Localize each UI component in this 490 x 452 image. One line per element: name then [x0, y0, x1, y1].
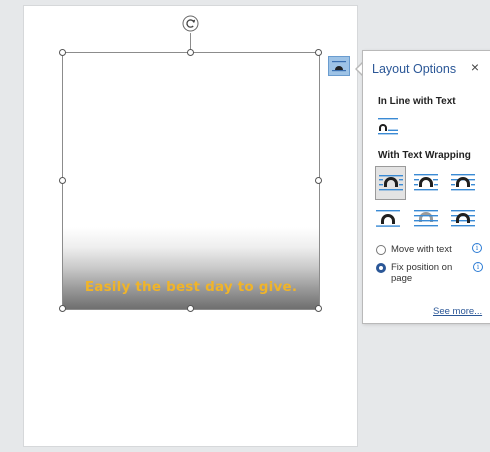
wrap-inline-option[interactable]	[375, 115, 401, 137]
info-icon[interactable]: i	[473, 262, 483, 272]
in-line-heading: In Line with Text	[378, 96, 456, 107]
fix-position-radio[interactable]	[376, 263, 386, 273]
move-with-text-radio[interactable]	[376, 245, 386, 255]
selected-picture[interactable]: Easily the best day to give.	[62, 52, 320, 310]
fix-position-label-cont: page	[391, 273, 413, 284]
panel-title: Layout Options	[372, 62, 457, 76]
move-with-text-label: Move with text	[391, 244, 452, 255]
wrap-through-icon	[451, 174, 475, 191]
resize-handle-bottom[interactable]	[187, 305, 194, 312]
fix-position-label: Fix position on	[391, 262, 453, 273]
see-more-link[interactable]: See more...	[433, 306, 482, 317]
layout-options-button[interactable]	[328, 56, 350, 76]
wrap-behind-text-icon	[414, 210, 438, 227]
wrap-through-option[interactable]	[450, 171, 476, 193]
close-icon[interactable]: ×	[467, 59, 483, 75]
wrap-top-bottom-option[interactable]	[375, 207, 401, 229]
layout-options-panel: Layout Options × In Line with Text With …	[362, 50, 490, 324]
wrap-square-icon	[332, 61, 346, 72]
resize-handle-top-left[interactable]	[59, 49, 66, 56]
info-icon[interactable]: i	[472, 243, 482, 253]
rotate-handle-icon[interactable]	[181, 14, 200, 33]
resize-handle-bottom-right[interactable]	[315, 305, 322, 312]
wrap-tight-option[interactable]	[413, 171, 439, 193]
resize-handle-top[interactable]	[187, 49, 194, 56]
resize-handle-bottom-left[interactable]	[59, 305, 66, 312]
resize-handle-right[interactable]	[315, 177, 322, 184]
wrap-top-bottom-icon	[376, 210, 400, 227]
resize-handle-top-right[interactable]	[315, 49, 322, 56]
fix-position-label-block: Fix position on page	[391, 262, 452, 284]
wrap-behind-text-option[interactable]	[413, 207, 439, 229]
fix-position-option[interactable]: Fix position on page	[376, 262, 452, 284]
move-with-text-option[interactable]: Move with text	[376, 244, 452, 255]
picture-caption: Easily the best day to give.	[84, 279, 298, 295]
wrap-in-front-option[interactable]	[450, 207, 476, 229]
word-canvas: Easily the best day to give. Layout Opti…	[0, 0, 490, 452]
wrap-in-front-icon	[451, 210, 475, 227]
with-wrapping-heading: With Text Wrapping	[378, 150, 471, 161]
wrap-square-icon	[378, 175, 403, 191]
wrap-tight-icon	[414, 174, 438, 191]
resize-handle-left[interactable]	[59, 177, 66, 184]
wrap-square-option[interactable]	[375, 166, 406, 200]
wrap-inline-icon	[378, 118, 398, 135]
